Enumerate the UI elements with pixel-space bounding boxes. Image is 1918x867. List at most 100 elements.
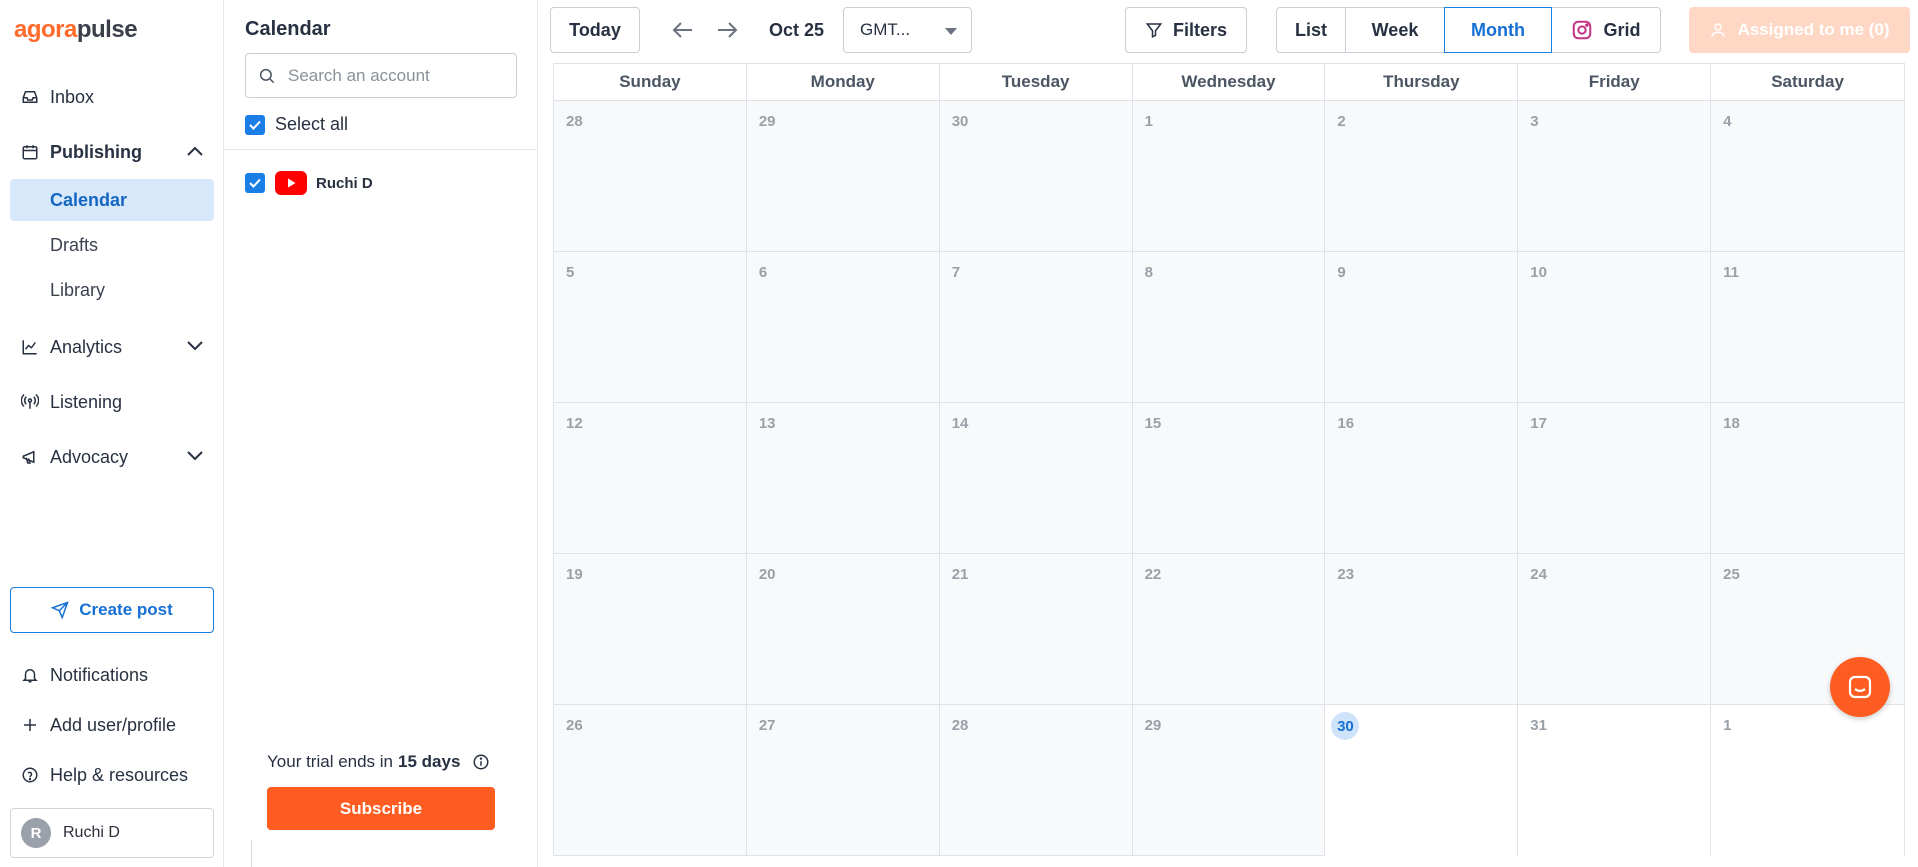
filter-icon	[1145, 21, 1163, 39]
day-cell[interactable]: 18	[1711, 403, 1904, 554]
day-cell[interactable]: 14	[939, 403, 1133, 554]
nav-add-user[interactable]: Add user/profile	[10, 705, 214, 745]
day-cell[interactable]: 29	[1133, 705, 1326, 856]
account-item[interactable]: Ruchi D	[245, 171, 373, 195]
search-input[interactable]	[288, 65, 508, 86]
date-number: 11	[1723, 264, 1739, 281]
nav-listening[interactable]: Listening	[10, 382, 214, 422]
date-number: 8	[1144, 264, 1153, 281]
date-number: 21	[951, 566, 969, 583]
view-month-button[interactable]: Month	[1444, 7, 1552, 53]
day-cell[interactable]: 8	[1132, 252, 1326, 403]
nav-drafts[interactable]: Drafts	[10, 224, 214, 266]
bell-icon	[20, 665, 40, 685]
date-number: 6	[758, 264, 768, 281]
user-profile[interactable]: R Ruchi D	[10, 808, 214, 858]
day-cell[interactable]: 11	[1711, 252, 1904, 403]
nav-calendar[interactable]: Calendar	[10, 179, 214, 221]
chevron-up-icon[interactable]	[186, 144, 204, 158]
filters-button[interactable]: Filters	[1125, 7, 1247, 53]
view-week-button[interactable]: Week	[1345, 7, 1445, 53]
day-cell[interactable]: 22	[1132, 554, 1326, 705]
checkbox-checked-icon[interactable]	[245, 173, 265, 193]
account-name: Ruchi D	[316, 174, 373, 192]
date-number: 7	[951, 264, 961, 281]
inbox-icon	[20, 87, 40, 107]
day-cell[interactable]: 28	[940, 705, 1133, 856]
day-cell[interactable]: 27	[747, 705, 940, 856]
date-number: 30	[951, 113, 969, 130]
day-cell[interactable]: 30	[1325, 705, 1519, 856]
day-cell[interactable]: 21	[939, 554, 1133, 705]
today-button[interactable]: Today	[550, 7, 640, 53]
view-grid-button[interactable]: Grid	[1551, 7, 1661, 53]
nav-inbox[interactable]: Inbox	[10, 77, 214, 117]
help-icon	[20, 765, 40, 785]
weekday-saturday: Saturday	[1771, 72, 1844, 91]
date-number: 22	[1144, 566, 1162, 583]
search-box[interactable]	[245, 53, 517, 98]
day-cell[interactable]: 2	[1325, 101, 1519, 252]
timezone-select[interactable]: GMT...	[843, 7, 972, 53]
day-cell[interactable]: 28	[554, 101, 747, 252]
day-cell[interactable]: 24	[1518, 554, 1712, 705]
assigned-to-me-button[interactable]: Assigned to me (0)	[1689, 7, 1910, 53]
day-cell[interactable]: 23	[1325, 554, 1519, 705]
date-number: 12	[566, 415, 583, 432]
date-number: 19	[566, 566, 583, 583]
nav-advocacy[interactable]: Advocacy	[10, 437, 214, 477]
day-cell[interactable]: 17	[1518, 403, 1712, 554]
day-cell[interactable]: 19	[554, 554, 747, 705]
day-cell[interactable]: 16	[1325, 403, 1519, 554]
nav-help[interactable]: Help & resources	[10, 755, 214, 795]
day-cell[interactable]: 7	[939, 252, 1133, 403]
arrow-left-icon[interactable]	[672, 16, 694, 44]
chat-icon	[1846, 673, 1874, 701]
subscribe-button[interactable]: Subscribe	[267, 787, 495, 830]
chevron-down-icon[interactable]	[186, 339, 204, 353]
nav-library[interactable]: Library	[10, 269, 214, 311]
create-post-button[interactable]: Create post	[10, 587, 214, 633]
nav-publishing[interactable]: Publishing	[10, 132, 214, 172]
date-number: 23	[1337, 566, 1355, 583]
date-number: 1	[1723, 717, 1732, 734]
day-cell[interactable]: 20	[746, 554, 940, 705]
divider	[251, 840, 252, 867]
day-cell[interactable]: 26	[554, 705, 747, 856]
broadcast-icon	[20, 392, 40, 412]
calendar-grid: 28 29 30 1 2 3 4 5 6 7 8 9 10 11 12 13 14 15 16 17 18 19 20 21 2…	[554, 101, 1904, 856]
day-cell[interactable]: 3	[1518, 101, 1712, 252]
avatar: R	[21, 818, 51, 848]
view-list-button[interactable]: List	[1276, 7, 1346, 53]
day-cell[interactable]: 9	[1325, 252, 1519, 403]
date-number: 31	[1530, 717, 1547, 734]
weekday-wednesday: Wednesday	[1133, 64, 1326, 100]
panel-divider	[224, 149, 538, 150]
view-switcher: List Week Month Grid	[1276, 7, 1661, 53]
day-cell[interactable]: 15	[1132, 403, 1326, 554]
select-all-checkbox[interactable]: Select all	[245, 114, 348, 135]
day-cell[interactable]: 10	[1518, 252, 1712, 403]
date-number: 2	[1337, 113, 1346, 130]
day-cell[interactable]: 5	[554, 252, 747, 403]
trial-notice: Your trial ends in 15 days	[267, 752, 490, 772]
info-icon[interactable]	[472, 753, 490, 771]
day-cell[interactable]: 4	[1711, 101, 1904, 252]
day-cell[interactable]: 12	[554, 403, 747, 554]
date-number: 25	[1723, 566, 1740, 583]
day-cell[interactable]: 29	[746, 101, 940, 252]
day-cell[interactable]: 13	[746, 403, 940, 554]
date-number: 3	[1530, 113, 1539, 130]
chat-support-button[interactable]	[1830, 657, 1890, 717]
arrow-right-icon[interactable]	[716, 16, 738, 44]
day-cell[interactable]: 1	[1132, 101, 1326, 252]
day-cell[interactable]: 6	[746, 252, 940, 403]
date-number: 29	[758, 113, 776, 130]
day-cell[interactable]: 30	[939, 101, 1133, 252]
nav-notifications[interactable]: Notifications	[10, 655, 214, 695]
day-cell[interactable]: 1	[1711, 705, 1904, 856]
agorapulse-logo[interactable]: agorapulse	[14, 16, 138, 44]
day-cell[interactable]: 31	[1518, 705, 1712, 856]
chevron-down-icon[interactable]	[186, 449, 204, 463]
nav-analytics[interactable]: Analytics	[10, 327, 214, 367]
